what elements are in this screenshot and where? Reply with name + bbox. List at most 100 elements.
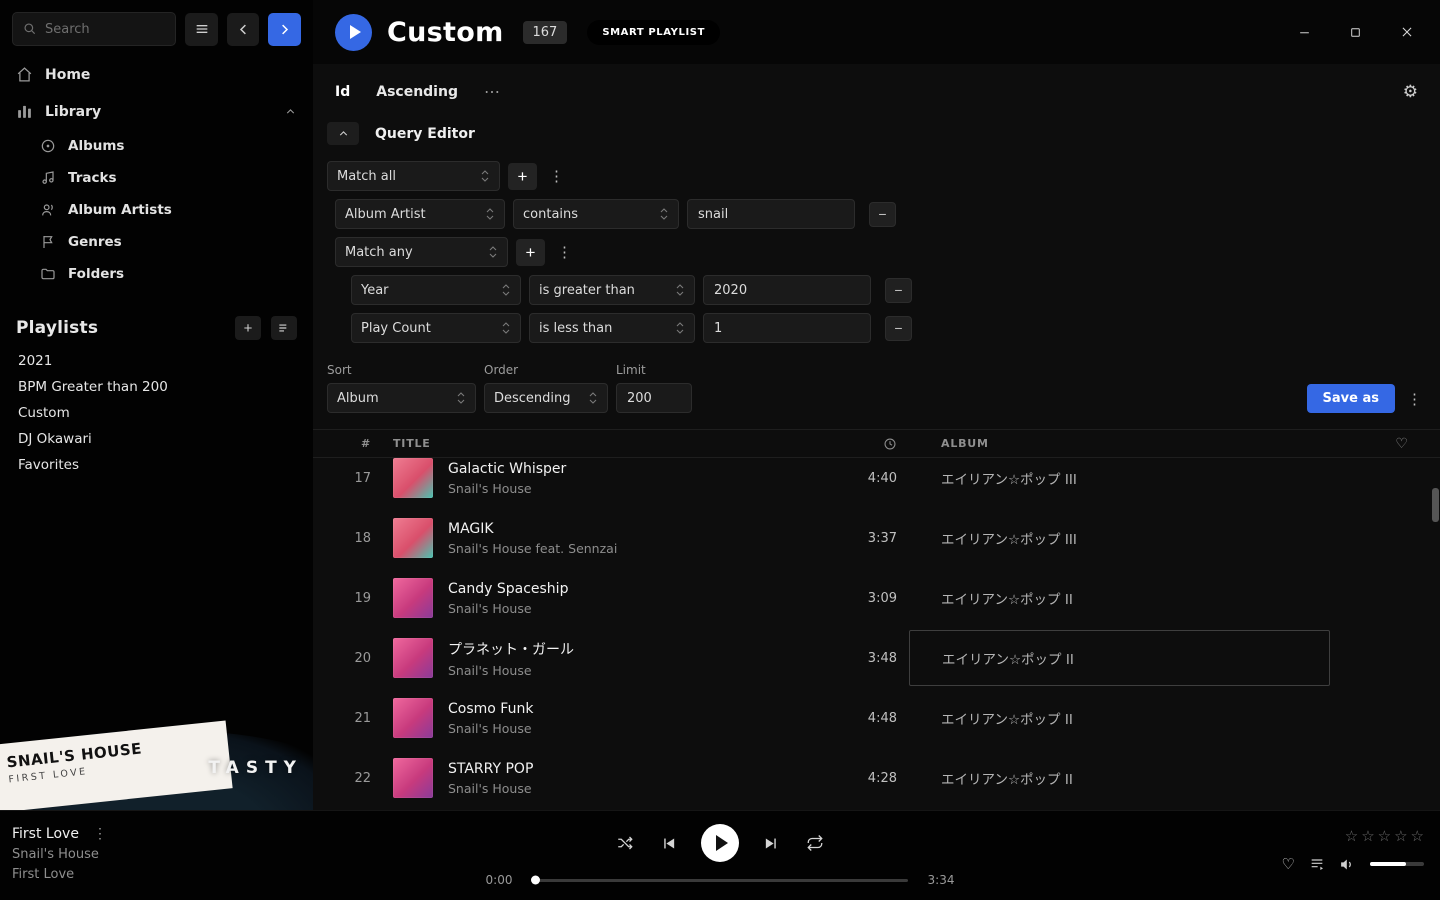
window-maximize-button[interactable]	[1345, 22, 1366, 43]
track-list-viewport[interactable]: 17 Galactic Whisper Snail's House 4:40 エ…	[313, 458, 1440, 810]
track-album[interactable]: エイリアン☆ポップ II	[909, 688, 1378, 748]
scrollbar-thumb[interactable]	[1432, 488, 1439, 522]
previous-track-button[interactable]	[658, 833, 679, 854]
playlist-item[interactable]: Custom	[0, 400, 313, 426]
add-condition-button[interactable]: +	[516, 239, 545, 266]
now-playing-album-art[interactable]: SNAIL'S HOUSE FIRST LOVE TASTY	[0, 495, 313, 810]
condition-value-input[interactable]	[703, 275, 871, 305]
star-icon[interactable]: ☆	[1394, 827, 1407, 845]
condition-field-select[interactable]: Album Artist	[335, 199, 505, 229]
seek-bar[interactable]	[532, 879, 908, 882]
group-menu-icon[interactable]: ⋮	[545, 167, 568, 185]
volume-slider[interactable]	[1370, 862, 1424, 866]
track-row[interactable]: 18 MAGIK Snail's House feat. Sennzai 3:3…	[313, 508, 1440, 568]
next-track-button[interactable]	[761, 833, 782, 854]
player-bar: First Love ⋮ Snail's House First Love	[0, 810, 1440, 900]
sidebar-item-folders[interactable]: Folders	[24, 258, 313, 290]
sidebar-item-library[interactable]: Library	[0, 93, 313, 130]
add-condition-button[interactable]: +	[508, 163, 537, 190]
condition-operator-select[interactable]: is greater than	[529, 275, 695, 305]
sidebar-item-tracks[interactable]: Tracks	[24, 162, 313, 194]
sort-direction-button[interactable]: Ascending	[376, 84, 458, 100]
window-close-button[interactable]	[1396, 21, 1418, 43]
limit-input[interactable]	[616, 383, 692, 413]
sort-select[interactable]: Album	[327, 383, 476, 413]
star-icon[interactable]: ☆	[1361, 827, 1374, 845]
remove-condition-button[interactable]: −	[885, 316, 912, 341]
sort-field-button[interactable]: Id	[335, 84, 350, 100]
condition-value-input[interactable]	[703, 313, 871, 343]
number-column-header[interactable]: #	[327, 437, 379, 450]
nav-back-button[interactable]	[227, 13, 260, 46]
track-album[interactable]: エイリアン☆ポップ III	[909, 458, 1378, 508]
track-title: MAGIK	[448, 521, 831, 537]
now-playing-album[interactable]: First Love	[12, 867, 330, 882]
chevron-up-icon	[337, 127, 350, 140]
match-type-select[interactable]: Match all	[327, 161, 500, 191]
volume-icon[interactable]	[1339, 856, 1356, 873]
play-playlist-button[interactable]	[335, 14, 372, 51]
track-row[interactable]: 22 STARRY POP Snail's House 4:28 エイリアン☆ポ…	[313, 748, 1440, 808]
playlist-list-button[interactable]	[271, 316, 297, 340]
favorite-button[interactable]: ♡	[1282, 855, 1295, 873]
sidebar-item-home[interactable]: Home	[0, 56, 313, 93]
condition-field-select[interactable]: Year	[351, 275, 521, 305]
add-playlist-button[interactable]: +	[235, 316, 261, 340]
shuffle-button[interactable]	[614, 832, 636, 854]
remove-condition-button[interactable]: −	[869, 202, 896, 227]
repeat-button[interactable]	[804, 832, 826, 854]
remove-condition-button[interactable]: −	[885, 278, 912, 303]
sidebar-item-genres[interactable]: Genres	[24, 226, 313, 258]
save-as-button[interactable]: Save as	[1307, 384, 1395, 413]
star-icon[interactable]: ☆	[1378, 827, 1391, 845]
seek-handle[interactable]	[531, 876, 540, 885]
title-column-header[interactable]: TITLE	[379, 437, 831, 450]
select-updown-icon	[480, 169, 490, 183]
more-options-icon[interactable]: ⋯	[484, 82, 501, 102]
album-column-header[interactable]: ALBUM	[909, 437, 1378, 450]
match-type-select[interactable]: Match any	[335, 237, 508, 267]
condition-value-input[interactable]	[687, 199, 855, 229]
group-menu-icon[interactable]: ⋮	[553, 243, 576, 261]
queue-button[interactable]	[1309, 856, 1325, 872]
search-input[interactable]	[45, 22, 155, 37]
track-row[interactable]: 20 プラネット・ガール Snail's House 3:48 エイリアン☆ポッ…	[313, 628, 1440, 688]
now-playing-menu-icon[interactable]: ⋮	[93, 825, 107, 842]
window-minimize-button[interactable]	[1294, 22, 1315, 43]
track-album[interactable]: エイリアン☆ポップ II	[909, 630, 1330, 686]
track-row[interactable]: 19 Candy Spaceship Snail's House 3:09 エイ…	[313, 568, 1440, 628]
playlist-item[interactable]: 2021	[0, 348, 313, 374]
track-row[interactable]: 21 Cosmo Funk Snail's House 4:48 エイリアン☆ポ…	[313, 688, 1440, 748]
condition-field-select[interactable]: Play Count	[351, 313, 521, 343]
collapse-query-editor-button[interactable]	[327, 122, 359, 145]
now-playing-title[interactable]: First Love	[12, 826, 79, 842]
sidebar-item-albums[interactable]: Albums	[24, 130, 313, 162]
track-album[interactable]: エイリアン☆ポップ II	[909, 748, 1378, 808]
track-number: 18	[327, 531, 379, 546]
duration-column-header[interactable]	[831, 437, 909, 451]
chevron-up-icon[interactable]	[284, 105, 297, 118]
star-icon[interactable]: ☆	[1411, 827, 1424, 845]
order-select[interactable]: Descending	[484, 383, 608, 413]
save-menu-icon[interactable]: ⋮	[1403, 390, 1426, 408]
rating-stars[interactable]: ☆ ☆ ☆ ☆ ☆	[1345, 827, 1424, 845]
nav-forward-button[interactable]	[268, 13, 301, 46]
table-header: # TITLE ALBUM ♡	[313, 429, 1440, 458]
menu-button[interactable]	[185, 13, 218, 46]
search-input-wrap[interactable]	[12, 12, 176, 46]
playlist-item[interactable]: BPM Greater than 200	[0, 374, 313, 400]
track-album[interactable]: エイリアン☆ポップ III	[909, 508, 1378, 568]
condition-operator-select[interactable]: contains	[513, 199, 679, 229]
star-icon[interactable]: ☆	[1345, 827, 1358, 845]
sidebar-item-album-artists[interactable]: Album Artists	[24, 194, 313, 226]
gear-icon[interactable]: ⚙	[1403, 82, 1418, 102]
playlist-item[interactable]: DJ Okawari	[0, 426, 313, 452]
track-album[interactable]: エイリアン☆ポップ II	[909, 568, 1378, 628]
now-playing-artist[interactable]: Snail's House	[12, 847, 330, 862]
condition-operator-select[interactable]: is less than	[529, 313, 695, 343]
favorite-column-header[interactable]: ♡	[1378, 436, 1426, 452]
library-icon	[16, 103, 33, 120]
play-pause-button[interactable]	[701, 824, 739, 862]
track-row[interactable]: 17 Galactic Whisper Snail's House 4:40 エ…	[313, 458, 1440, 508]
playlist-item[interactable]: Favorites	[0, 452, 313, 478]
